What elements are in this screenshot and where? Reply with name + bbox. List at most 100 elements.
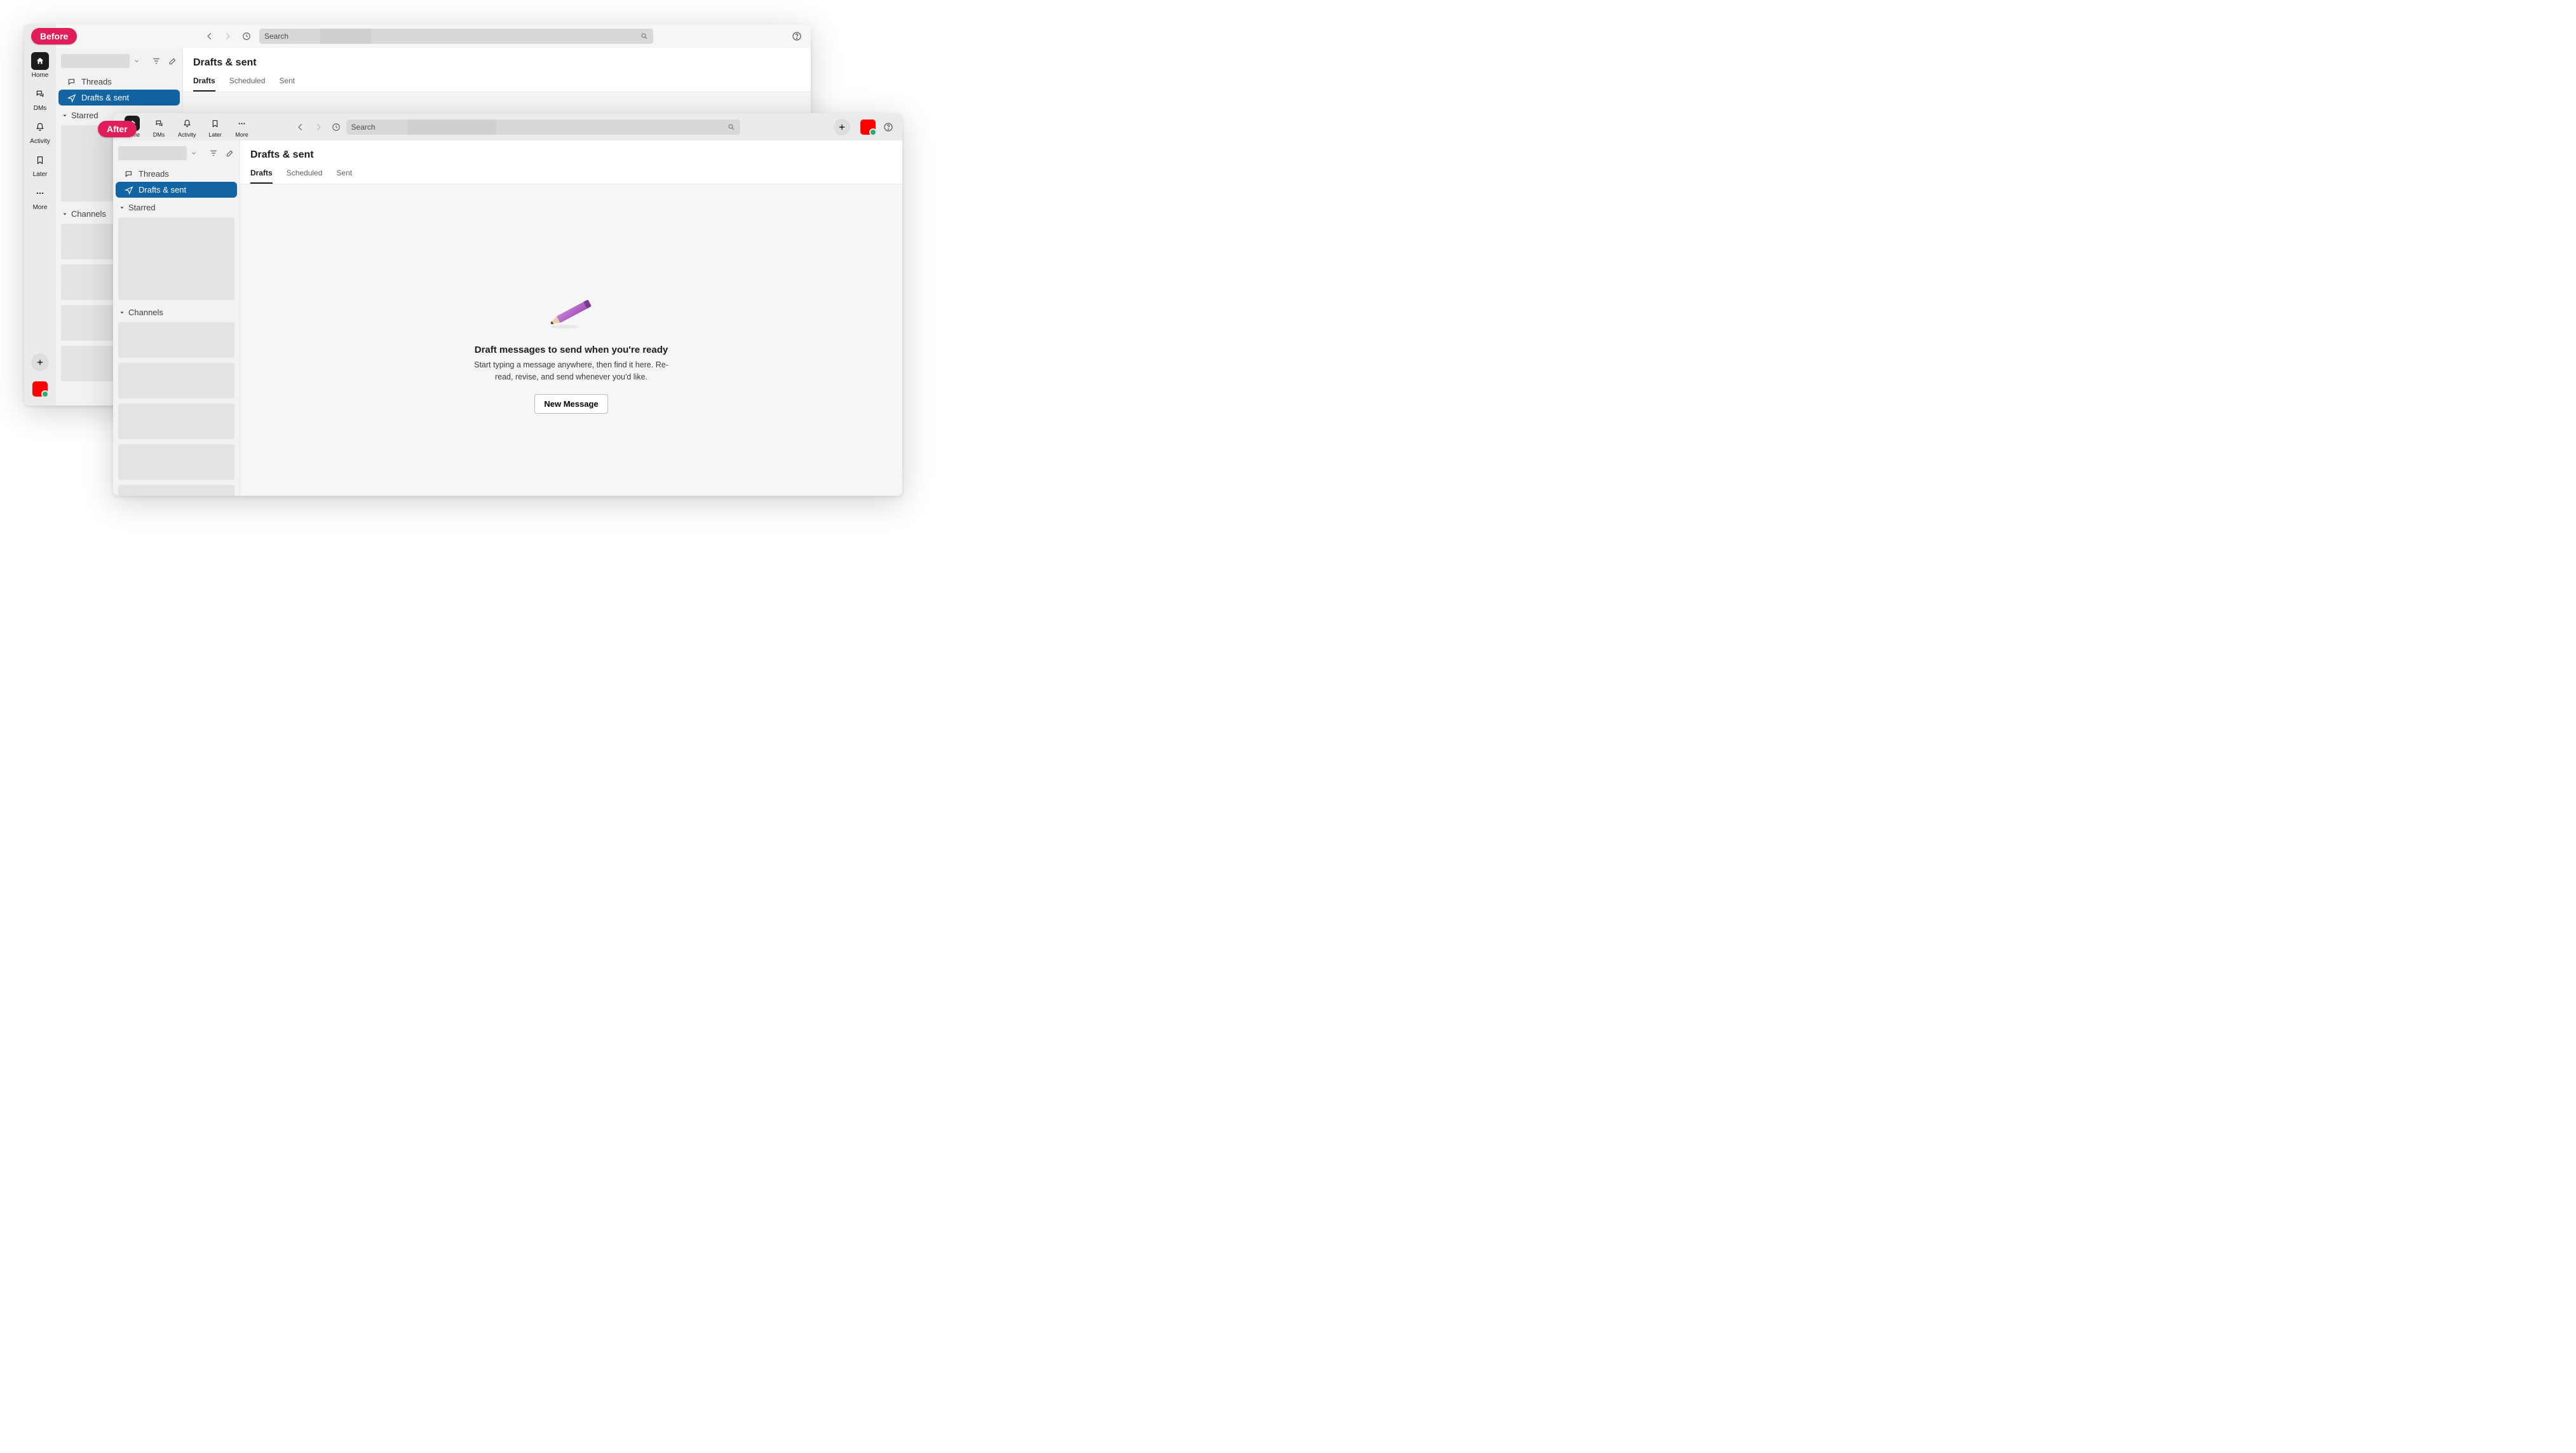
workspace-name-redacted xyxy=(118,146,187,160)
chevron-down-icon xyxy=(191,150,197,156)
content-pane: Drafts & sent Drafts Scheduled Sent xyxy=(240,140,902,496)
nav-forward-button[interactable] xyxy=(221,30,234,43)
rail-more[interactable]: More xyxy=(231,113,254,140)
help-button[interactable] xyxy=(790,30,803,43)
search-input[interactable]: Search xyxy=(346,119,740,135)
compose-icon xyxy=(168,57,177,65)
new-message-button[interactable]: New Message xyxy=(534,394,607,414)
workspace-avatar[interactable] xyxy=(32,381,48,397)
rail-add-button[interactable] xyxy=(834,119,850,135)
tab-drafts[interactable]: Drafts xyxy=(250,168,273,184)
horizontal-rail: Home DMs Activity Later xyxy=(113,113,902,140)
search-placeholder: Search xyxy=(351,123,376,132)
tab-drafts[interactable]: Drafts xyxy=(193,76,215,92)
clock-icon xyxy=(242,32,251,41)
threads-icon xyxy=(125,170,133,179)
rail-home[interactable]: Home xyxy=(24,52,56,79)
dms-icon xyxy=(31,85,49,103)
rail-activity[interactable]: Activity xyxy=(174,113,200,140)
rail-more-label: More xyxy=(33,204,48,211)
sidebar-item-threads[interactable]: Threads xyxy=(116,166,237,182)
sidebar-item-label: Drafts & sent xyxy=(81,93,129,102)
tab-scheduled[interactable]: Scheduled xyxy=(287,168,323,184)
more-icon xyxy=(234,116,250,131)
rail-activity-label: Activity xyxy=(30,138,50,145)
after-badge: After xyxy=(98,121,137,137)
empty-heading: Draft messages to send when you're ready xyxy=(475,344,668,355)
more-icon xyxy=(31,184,49,202)
search-icon xyxy=(728,123,735,131)
compose-icon xyxy=(226,149,234,158)
page-title: Drafts & sent xyxy=(250,149,892,161)
topbar: Search xyxy=(56,24,811,48)
sidebar-section-label: Starred xyxy=(71,111,98,120)
nav-forward-button[interactable] xyxy=(312,121,325,133)
sidebar-item-drafts-sent[interactable]: Drafts & sent xyxy=(116,182,237,198)
history-button[interactable] xyxy=(330,121,342,133)
help-button[interactable] xyxy=(882,121,895,133)
empty-state: Draft messages to send when you're ready… xyxy=(240,184,902,496)
filter-icon xyxy=(152,57,161,65)
compose-button[interactable] xyxy=(226,149,234,158)
nav-back-button[interactable] xyxy=(203,30,216,43)
channels-placeholder xyxy=(113,320,240,496)
rail-dms[interactable]: DMs xyxy=(24,85,56,112)
rail-later[interactable]: Later xyxy=(204,113,227,140)
rail-more[interactable]: More xyxy=(24,184,56,211)
compose-button[interactable] xyxy=(168,57,177,65)
search-redacted xyxy=(320,29,371,44)
starred-placeholder xyxy=(118,217,234,300)
before-badge: Before xyxy=(31,28,77,44)
history-button[interactable] xyxy=(240,30,253,43)
sidebar-item-label: Drafts & sent xyxy=(139,185,186,194)
threads-icon xyxy=(67,78,76,86)
rail-more-label: More xyxy=(235,132,248,138)
arrow-right-icon xyxy=(314,123,323,132)
bookmark-icon xyxy=(208,116,223,131)
filter-icon xyxy=(209,149,218,158)
rail-later[interactable]: Later xyxy=(24,151,56,178)
workspace-avatar[interactable] xyxy=(860,119,876,135)
filter-button[interactable] xyxy=(152,57,161,65)
pencil-illustration xyxy=(543,294,600,332)
rail-later-label: Later xyxy=(33,171,48,178)
rail-dms[interactable]: DMs xyxy=(147,113,170,140)
vertical-rail: Home DMs Activity Later xyxy=(24,24,56,406)
search-input[interactable]: Search xyxy=(259,29,653,44)
workspace-switcher[interactable] xyxy=(113,140,240,166)
plus-icon xyxy=(837,123,846,132)
tab-scheduled[interactable]: Scheduled xyxy=(229,76,266,92)
search-redacted xyxy=(407,119,496,135)
nav-back-button[interactable] xyxy=(294,121,307,133)
caret-down-icon xyxy=(62,212,67,217)
caret-down-icon xyxy=(62,113,67,118)
send-icon xyxy=(125,186,133,194)
help-icon xyxy=(883,122,893,132)
rail-add-button[interactable] xyxy=(31,353,49,371)
send-icon xyxy=(67,93,76,102)
sidebar-item-label: Threads xyxy=(139,169,169,179)
workspace-name-redacted xyxy=(61,54,130,68)
rail-dms-label: DMs xyxy=(34,105,47,112)
after-window: Home DMs Activity Later xyxy=(113,113,902,496)
tabs: Drafts Scheduled Sent xyxy=(183,69,811,92)
caret-down-icon xyxy=(119,310,125,315)
filter-button[interactable] xyxy=(209,149,218,158)
sidebar-section-channels[interactable]: Channels xyxy=(113,303,240,320)
search-placeholder: Search xyxy=(264,32,288,41)
sidebar-section-starred[interactable]: Starred xyxy=(113,198,240,215)
channel-sidebar: Threads Drafts & sent Starred xyxy=(113,140,240,496)
sidebar-section-label: Channels xyxy=(128,308,163,317)
tab-sent[interactable]: Sent xyxy=(336,168,352,184)
rail-activity[interactable]: Activity xyxy=(24,118,56,145)
empty-body: Start typing a message anywhere, then fi… xyxy=(470,359,673,382)
sidebar-section-label: Channels xyxy=(71,209,106,219)
tab-sent[interactable]: Sent xyxy=(279,76,295,92)
home-icon xyxy=(31,52,49,70)
sidebar-item-threads[interactable]: Threads xyxy=(58,74,180,90)
sidebar-item-drafts-sent[interactable]: Drafts & sent xyxy=(58,90,180,106)
sidebar-section-label: Starred xyxy=(128,203,156,212)
caret-down-icon xyxy=(119,205,125,210)
plus-icon xyxy=(36,358,44,367)
workspace-switcher[interactable] xyxy=(56,48,182,74)
